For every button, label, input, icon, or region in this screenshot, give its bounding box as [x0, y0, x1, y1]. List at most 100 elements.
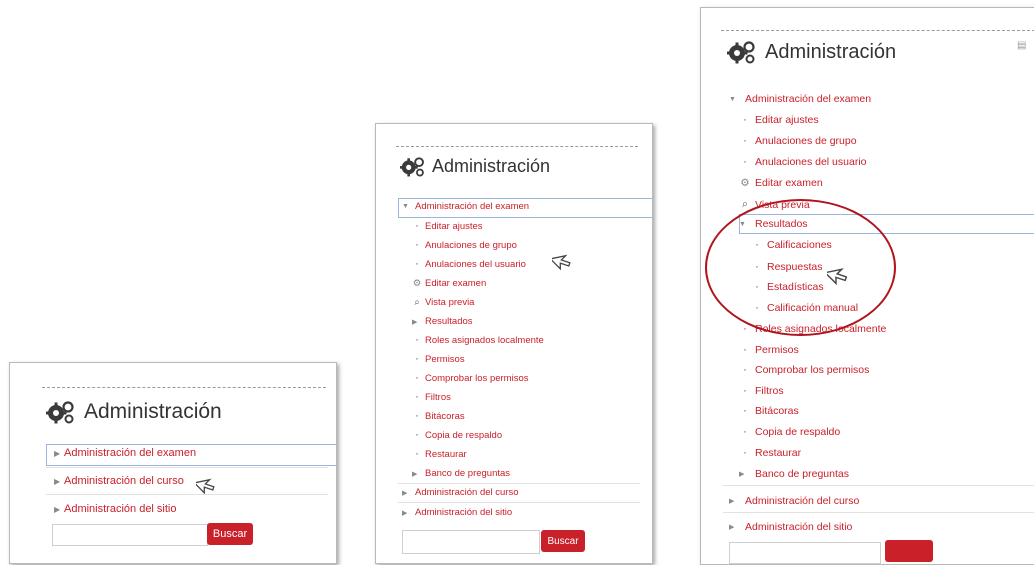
- nav-item-label: Administración del curso: [745, 495, 860, 507]
- caret-right-icon: ▶: [729, 498, 735, 505]
- divider: [42, 387, 326, 388]
- divider: [396, 146, 638, 147]
- caret-right-icon: ▶: [729, 524, 735, 531]
- block-title: Administración: [84, 400, 222, 423]
- nav-item-filtros[interactable]: ▪ Filtros: [739, 385, 784, 397]
- nav-item-copia-de-respaldo[interactable]: ▪ Copia de respaldo: [412, 430, 502, 441]
- nav-item-administracion-del-sitio[interactable]: ▶ Administración del sitio: [402, 507, 512, 518]
- nav-item-label: Permisos: [755, 344, 799, 356]
- nav-item-admin-curso[interactable]: ▶ Administración del curso: [54, 475, 184, 487]
- caret-right-icon: ▶: [739, 471, 745, 478]
- nav-item-label: Resultados: [425, 316, 473, 327]
- collapse-block-icon[interactable]: ▤: [1017, 40, 1026, 51]
- nav-item-administracion-del-curso[interactable]: ▶ Administración del curso: [729, 495, 859, 507]
- nav-item-banco-de-preguntas[interactable]: ▶ Banco de preguntas: [412, 468, 510, 479]
- divider: [398, 483, 640, 484]
- nav-item-label: Roles asignados localmente: [425, 335, 544, 346]
- bullet-icon: ▪: [743, 158, 747, 166]
- nav-item-editar-examen[interactable]: ⚙ Editar examen: [412, 278, 487, 289]
- nav-item-anulaciones-del-usuario[interactable]: ▪ Anulaciones del usuario: [412, 259, 526, 270]
- caret-down-icon: ▼: [402, 203, 409, 210]
- nav-item-label: Copia de respaldo: [755, 426, 841, 438]
- nav-item-editar-ajustes[interactable]: ▪ Editar ajustes: [739, 114, 819, 126]
- search-button[interactable]: Buscar: [207, 523, 253, 545]
- nav-item-label: Bitácoras: [425, 411, 465, 422]
- nav-item-administracion-del-examen[interactable]: ▼ Administración del examen: [402, 201, 529, 212]
- bullet-icon: ▪: [415, 413, 419, 420]
- bullet-icon: ▪: [415, 375, 419, 382]
- gears-icon: [727, 40, 757, 64]
- nav-item-label: Editar examen: [425, 278, 487, 289]
- admin-panel-collapsed: Administración ▶ Administración del exam…: [9, 362, 337, 564]
- search-input[interactable]: [729, 542, 881, 564]
- bullet-icon: ▪: [743, 366, 747, 374]
- caret-right-icon: ▶: [54, 476, 61, 486]
- nav-item-label: Filtros: [425, 392, 451, 403]
- bullet-icon: ▪: [743, 449, 747, 457]
- caret-right-icon: ▶: [54, 504, 61, 514]
- block-title: Administración: [432, 155, 551, 176]
- nav-item-anulaciones-del-usuario[interactable]: ▪ Anulaciones del usuario: [739, 156, 867, 168]
- bullet-icon: ▪: [415, 451, 419, 458]
- divider: [721, 30, 1034, 31]
- nav-item-resultados[interactable]: ▶ Resultados: [412, 316, 473, 327]
- nav-item-label: Editar ajustes: [755, 114, 819, 126]
- nav-item-vista-previa[interactable]: ⌕ Vista previa: [412, 297, 474, 308]
- nav-item-roles-asignados-localmente[interactable]: ▪ Roles asignados localmente: [412, 335, 544, 346]
- nav-item-anulaciones-de-grupo[interactable]: ▪ Anulaciones de grupo: [739, 135, 857, 147]
- nav-item-admin-sitio[interactable]: ▶ Administración del sitio: [54, 503, 177, 515]
- bullet-icon: ▪: [743, 428, 747, 436]
- nav-item-label: Administración del sitio: [415, 507, 513, 518]
- nav-item-label: Administración del curso: [64, 475, 184, 487]
- nav-item-banco-de-preguntas[interactable]: ▶ Banco de preguntas: [739, 468, 849, 480]
- nav-item-permisos[interactable]: ▪ Permisos: [412, 354, 465, 365]
- search-button[interactable]: [885, 540, 933, 562]
- gears-icon: [46, 400, 76, 424]
- search-input[interactable]: [52, 524, 208, 546]
- gear-icon: ⚙: [740, 177, 750, 189]
- bullet-icon: ▪: [415, 337, 419, 344]
- nav-item-comprobar-los-permisos[interactable]: ▪ Comprobar los permisos: [412, 373, 529, 384]
- bullet-icon: ▪: [415, 223, 419, 230]
- nav-item-label: Administración del curso: [415, 487, 519, 498]
- bullet-icon: ▪: [415, 261, 419, 268]
- caret-right-icon: ▶: [412, 318, 418, 326]
- divider: [46, 467, 328, 468]
- bullet-icon: ▪: [743, 346, 747, 354]
- nav-item-administracion-del-curso[interactable]: ▶ Administración del curso: [402, 487, 519, 498]
- nav-item-label: Banco de preguntas: [425, 468, 511, 479]
- bullet-icon: ▪: [743, 325, 747, 333]
- nav-item-comprobar-los-permisos[interactable]: ▪ Comprobar los permisos: [739, 364, 870, 376]
- nav-item-anulaciones-de-grupo[interactable]: ▪ Anulaciones de grupo: [412, 240, 517, 251]
- nav-item-label: Editar ajustes: [425, 221, 483, 232]
- nav-item-bitacoras[interactable]: ▪ Bitácoras: [412, 411, 465, 422]
- nav-item-permisos[interactable]: ▪ Permisos: [739, 344, 799, 356]
- nav-item-copia-de-respaldo[interactable]: ▪ Copia de respaldo: [739, 426, 840, 438]
- nav-item-label: Restaurar: [425, 449, 467, 460]
- nav-item-admin-examen[interactable]: ▶ Administración del examen: [54, 447, 196, 459]
- nav-item-label: Anulaciones del usuario: [425, 259, 526, 270]
- search-button[interactable]: Buscar: [541, 530, 585, 552]
- nav-item-administracion-del-examen[interactable]: ▼ Administración del examen: [729, 93, 871, 105]
- nav-item-filtros[interactable]: ▪ Filtros: [412, 392, 451, 403]
- nav-item-label: Anulaciones del usuario: [755, 156, 867, 168]
- nav-item-label: Comprobar los permisos: [425, 373, 529, 384]
- nav-item-bitacoras[interactable]: ▪ Bitácoras: [739, 405, 799, 417]
- nav-item-editar-examen[interactable]: ⚙ Editar examen: [739, 177, 823, 189]
- bullet-icon: ▪: [415, 242, 419, 249]
- nav-item-label: Permisos: [425, 354, 465, 365]
- bullet-icon: ▪: [743, 387, 747, 395]
- bullet-icon: ▪: [415, 356, 419, 363]
- nav-item-restaurar[interactable]: ▪ Restaurar: [412, 449, 467, 460]
- search-input[interactable]: [402, 530, 540, 554]
- block-title: Administración: [765, 40, 897, 63]
- mouse-cursor-icon: [196, 478, 215, 495]
- search-icon: ⌕: [414, 297, 420, 308]
- nav-item-label: Banco de preguntas: [755, 468, 849, 480]
- nav-item-restaurar[interactable]: ▪ Restaurar: [739, 447, 801, 459]
- nav-item-administracion-del-sitio[interactable]: ▶ Administración del sitio: [729, 521, 852, 533]
- nav-item-label: Editar examen: [755, 177, 823, 189]
- bullet-icon: ▪: [743, 116, 747, 124]
- nav-item-label: Anulaciones de grupo: [425, 240, 517, 251]
- nav-item-editar-ajustes[interactable]: ▪ Editar ajustes: [412, 221, 483, 232]
